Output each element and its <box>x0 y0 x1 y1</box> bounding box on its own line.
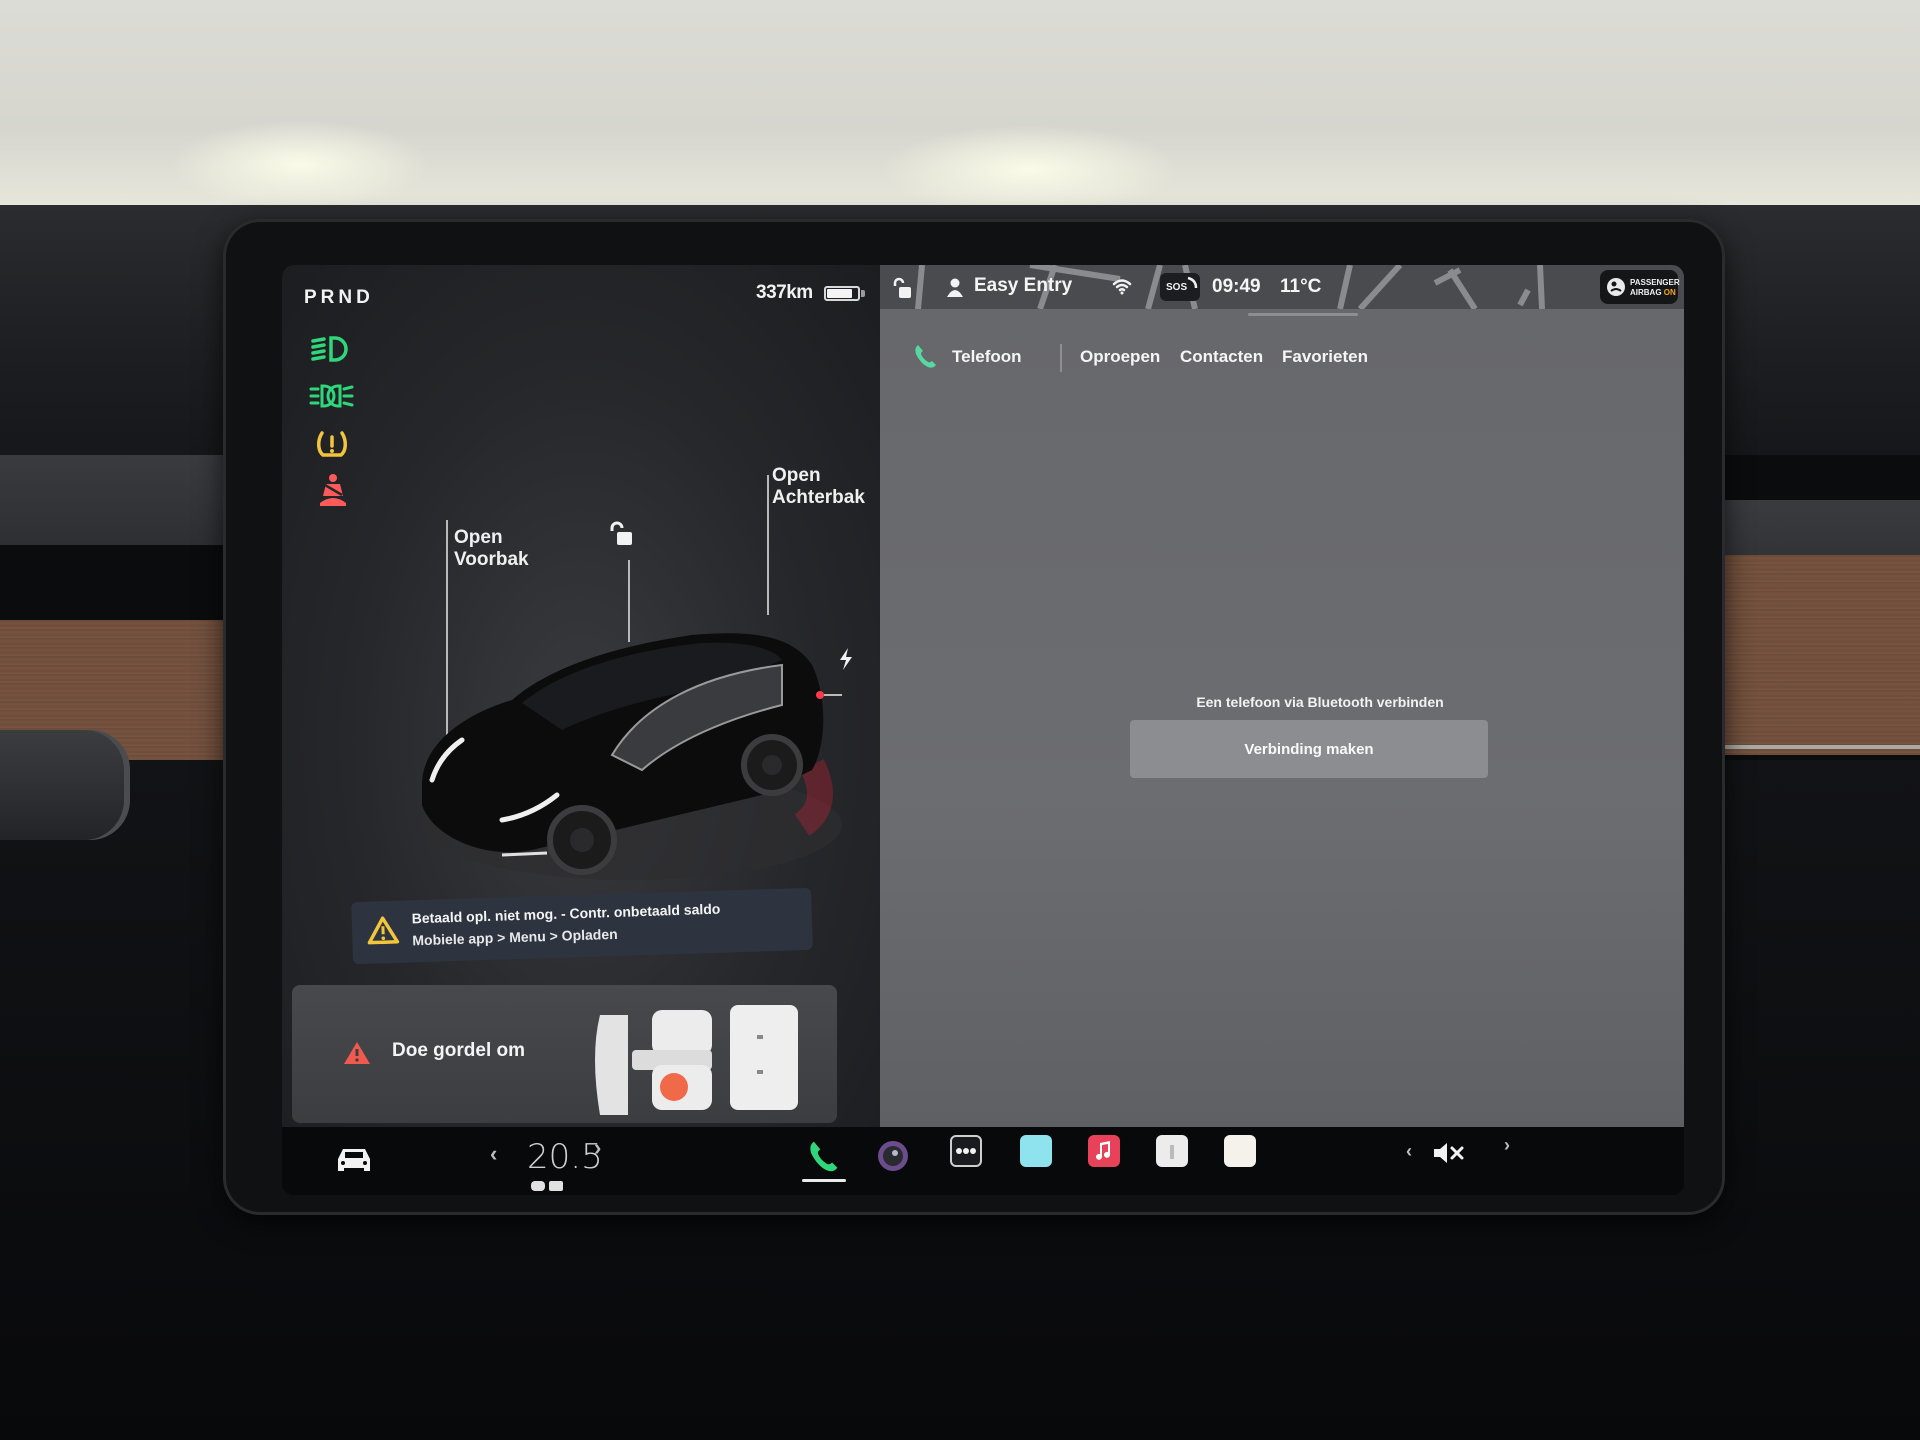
battery-icon <box>824 286 860 301</box>
dock-app-notes[interactable] <box>1224 1135 1256 1167</box>
dock-app-calendar[interactable] <box>1156 1135 1188 1167</box>
volume-next-button[interactable]: › <box>1504 1135 1510 1156</box>
car-status-panel: PRND 337km Open Voorbak Open Achterbak B… <box>282 265 884 1127</box>
low-beam-headlight-icon <box>309 333 353 369</box>
steering-stalk <box>0 730 130 840</box>
temp-decrease-button[interactable]: ‹ <box>490 1141 497 1167</box>
parking-lights-icon <box>309 381 354 417</box>
seat-occupancy-diagram <box>595 1005 798 1115</box>
phone-app-panel: Telefoon Oproepen Contacten Favorieten E… <box>880 309 1684 1127</box>
dock-app-music[interactable] <box>1088 1135 1120 1167</box>
bluetooth-message: Een telefoon via Bluetooth verbinden <box>1196 694 1444 710</box>
seatbelt-warning-icon <box>316 473 360 509</box>
airbag-label-line1: PASSENGER <box>1630 278 1680 287</box>
dashboard-strip <box>0 455 230 545</box>
tab-divider <box>1060 344 1062 372</box>
car-controls-button[interactable] <box>334 1145 374 1180</box>
airbag-icon <box>1607 278 1625 296</box>
unlock-icon[interactable] <box>608 521 634 552</box>
dock-app-more[interactable] <box>950 1135 982 1167</box>
seatbelt-alert-card[interactable]: Doe gordel om <box>292 985 837 1123</box>
trunk-label-line2: Achterbak <box>772 487 865 508</box>
battery-level <box>827 289 853 298</box>
seat-heater-icons[interactable] <box>530 1179 564 1195</box>
notes-icon <box>1224 1135 1256 1167</box>
seatbelt-alert-text: Doe gordel om <box>392 1040 526 1061</box>
passenger-airbag-indicator: PASSENGER AIRBAG ON <box>1600 270 1680 304</box>
frunk-label-line2: Voorbak <box>454 549 529 570</box>
clock: 09:49 <box>1212 276 1261 297</box>
dock-app-launcher[interactable] <box>1020 1135 1052 1167</box>
unlock-icon[interactable] <box>892 277 912 304</box>
chrome-trim <box>1725 745 1920 749</box>
panel-drag-handle[interactable] <box>1248 313 1358 316</box>
dock-app-camera[interactable] <box>876 1139 910 1178</box>
range-readout: 337km <box>756 282 813 303</box>
charging-warning-banner: Betaald opl. niet mog. - Contr. onbetaal… <box>351 887 813 965</box>
status-bar: Easy Entry SOS 09:49 11°C PASSENGER AIRB… <box>880 265 1684 309</box>
volume-muted-icon <box>1434 1143 1464 1163</box>
wifi-icon[interactable] <box>1112 277 1132 300</box>
frunk-label-line1: Open <box>454 527 503 548</box>
bottom-dock: ‹ 20.5 › ‹ › <box>282 1127 1684 1195</box>
phone-app-header: Telefoon <box>912 343 1052 373</box>
open-trunk-button[interactable]: Open Achterbak <box>772 465 865 509</box>
touchscreen: PRND 337km Open Voorbak Open Achterbak B… <box>282 265 1684 1195</box>
charging-warning-title: Betaald opl. niet mog. - Contr. onbetaal… <box>411 900 721 927</box>
temp-increase-button[interactable]: › <box>594 1135 601 1161</box>
vehicle-render[interactable] <box>402 595 842 895</box>
charging-warning-hint: Mobiele app > Menu > Opladen <box>412 925 618 949</box>
lightning-bolt-icon[interactable] <box>837 647 855 676</box>
calendar-icon <box>1170 1145 1174 1159</box>
light-glare <box>880 125 1180 215</box>
active-app-indicator <box>802 1179 846 1182</box>
airbag-label: AIRBAG <box>1630 288 1662 297</box>
tab-favorieten[interactable]: Favorieten <box>1282 347 1368 367</box>
trunk-label-line1: Open <box>772 465 821 486</box>
car-icon <box>338 1149 370 1171</box>
tab-oproepen[interactable]: Oproepen <box>1080 347 1160 367</box>
tab-contacten[interactable]: Contacten <box>1180 347 1263 367</box>
connect-phone-button[interactable]: Verbinding maken <box>1130 720 1488 778</box>
camera-icon <box>878 1141 908 1171</box>
user-icon <box>947 278 963 297</box>
trunk-callout-line <box>767 475 769 615</box>
call-signal-icon <box>1187 276 1198 289</box>
phone-icon <box>810 1141 838 1172</box>
profile-name: Easy Entry <box>974 275 1073 296</box>
volume-mute-button[interactable] <box>1432 1141 1466 1170</box>
airbag-label-line2: AIRBAG ON <box>1630 288 1676 297</box>
wood-trim <box>1725 555 1920 755</box>
music-note-icon <box>1096 1141 1110 1160</box>
light-glare <box>170 120 430 210</box>
phone-icon <box>915 345 936 368</box>
cabin-temperature[interactable]: 20.5 <box>527 1137 603 1177</box>
alert-triangle-icon <box>344 1042 370 1064</box>
phone-app-title: Telefoon <box>952 347 1022 366</box>
gear-selector[interactable]: PRND <box>304 287 374 309</box>
warning-triangle-icon <box>367 916 400 945</box>
outside-temperature: 11°C <box>1280 276 1322 297</box>
sos-button[interactable]: SOS <box>1160 273 1200 301</box>
airbag-state: ON <box>1663 288 1676 297</box>
volume-prev-button[interactable]: ‹ <box>1406 1141 1412 1162</box>
battery-terminal <box>861 290 865 297</box>
dock-app-phone[interactable] <box>806 1139 840 1178</box>
sos-label: SOS <box>1166 282 1188 293</box>
user-profile-button[interactable]: Easy Entry <box>946 275 1076 301</box>
more-dots-icon <box>956 1148 976 1154</box>
open-frunk-button[interactable]: Open Voorbak <box>454 527 529 571</box>
tire-pressure-warning-icon <box>315 427 359 463</box>
